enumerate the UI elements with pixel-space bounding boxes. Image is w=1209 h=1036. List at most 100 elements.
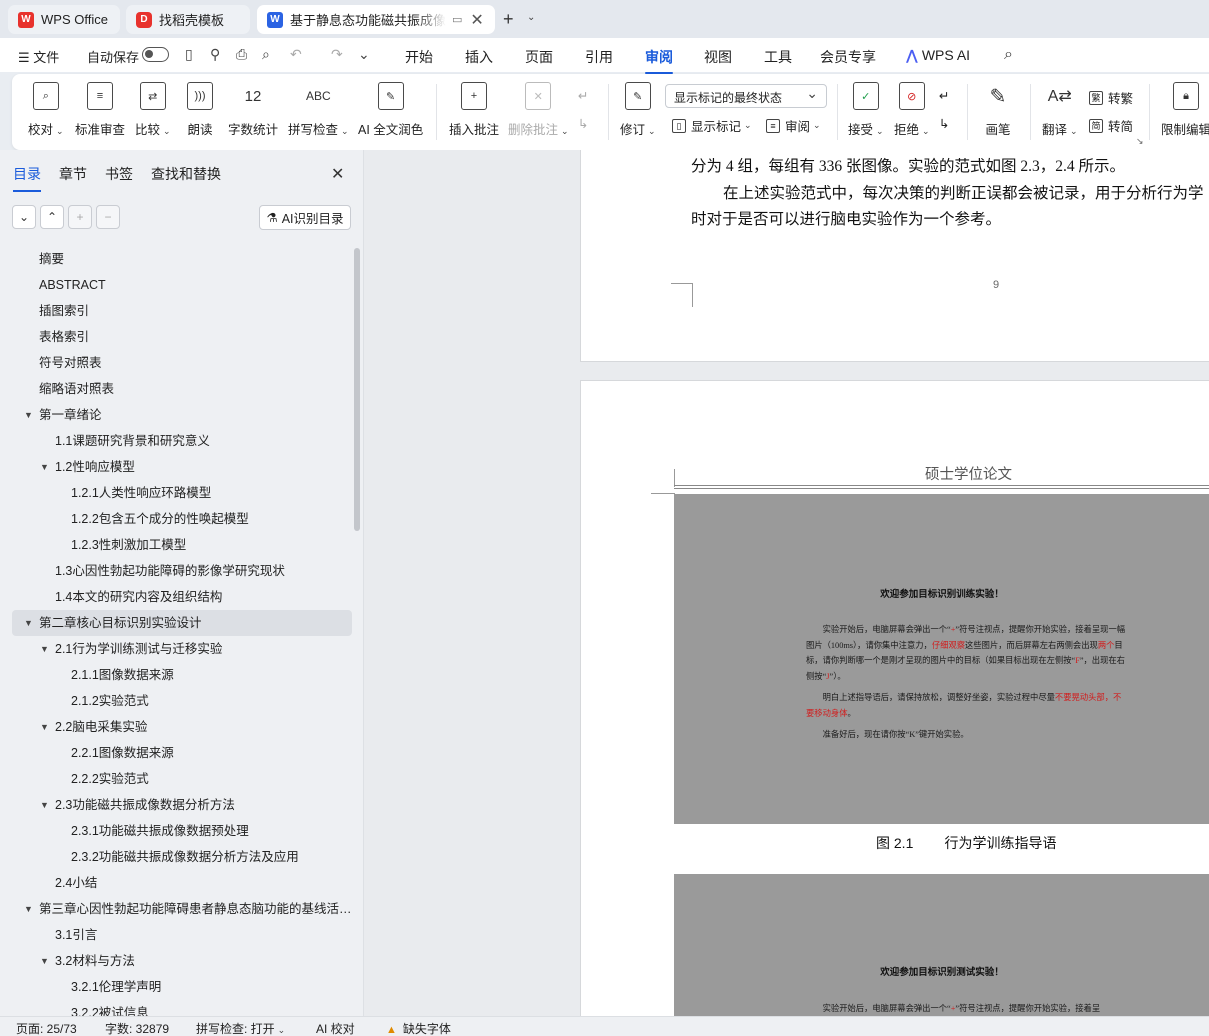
print-icon[interactable]: ⎙ — [236, 46, 247, 63]
ai-polish-button[interactable]: ✎ AI 全文润色 — [358, 82, 423, 138]
toc-item[interactable]: ▼ 1.2性响应模型 — [12, 454, 352, 480]
insert-comment-button[interactable]: + 插入批注 — [449, 82, 499, 138]
expand-arrow-icon[interactable]: ▼ — [40, 454, 49, 480]
page-indicator[interactable]: 页面: 25/73 — [16, 1020, 77, 1036]
tab-list-chevron-icon[interactable]: ⌄ — [527, 12, 535, 23]
ai-recognize-toc-button[interactable]: ⚗ AI识别目录 — [259, 205, 351, 230]
toc-item[interactable]: 1.2.3性刺激加工模型 — [12, 532, 352, 558]
expand-arrow-icon[interactable]: ▼ — [40, 636, 49, 662]
next-comment-icon[interactable]: ↳ — [578, 116, 588, 131]
tab-wps-office[interactable]: W WPS Office — [8, 5, 120, 34]
toc-item[interactable]: 表格索引 — [12, 324, 352, 350]
ai-proof-status[interactable]: AI 校对 — [316, 1020, 355, 1036]
autosave-toggle[interactable] — [142, 47, 169, 62]
dialog-launcher-icon[interactable]: ↘ — [1136, 136, 1144, 147]
toc-item[interactable]: 1.3心因性勃起功能障碍的影像学研究现状 — [12, 558, 352, 584]
panel-scrollbar[interactable] — [354, 248, 360, 531]
toc-item[interactable]: 2.3.2功能磁共振成像数据分析方法及应用 — [12, 844, 352, 870]
menu-tab-view[interactable]: 视图 — [704, 47, 732, 67]
reject-button[interactable]: ⊘ 拒绝 ⌄ — [894, 82, 930, 138]
toc-item[interactable]: 3.2.1伦理学声明 — [12, 974, 352, 1000]
spell-check-button[interactable]: ABC 拼写检查 ⌄ — [288, 82, 349, 138]
menu-tab-review[interactable]: 审阅 — [645, 47, 673, 74]
toc-item[interactable]: 2.4小结 — [12, 870, 352, 896]
figure-image[interactable]: 欢迎参加目标识别训练实验！ 实验开始后，电脑屏幕会弹出一个“+”符号注视点，提醒… — [674, 494, 1209, 824]
delete-comment-button[interactable]: ✕ 删除批注 ⌄ — [508, 82, 569, 138]
tab-docer-templates[interactable]: D 找稻壳模板 — [126, 5, 250, 34]
menu-tab-tools[interactable]: 工具 — [764, 47, 792, 67]
add-heading-icon[interactable]: + — [68, 205, 92, 229]
translate-button[interactable]: A⇄ 翻译 ⌄ — [1042, 82, 1078, 138]
word-count-button[interactable]: 12 字数统计 — [228, 82, 278, 138]
nav-tab-toc[interactable]: 目录 — [13, 164, 41, 192]
expand-arrow-icon[interactable]: ▼ — [40, 792, 49, 818]
menu-tab-home[interactable]: 开始 — [405, 47, 433, 67]
show-markup-button[interactable]: ▯ 显示标记 ⌄ — [672, 116, 752, 135]
file-menu[interactable]: ☰ 文件 — [18, 47, 59, 66]
tab-document[interactable]: W 基于静息态功能磁共振成像的 ▭ ✕ — [257, 5, 495, 34]
to-simplified-button[interactable]: 简转简 — [1089, 116, 1133, 135]
close-panel-icon[interactable]: ✕ — [331, 164, 344, 184]
toc-item[interactable]: 1.2.2包含五个成分的性唤起模型 — [12, 506, 352, 532]
toc-item[interactable]: ▼ 2.1行为学训练测试与迁移实验 — [12, 636, 352, 662]
toc-item[interactable]: 2.3.1功能磁共振成像数据预处理 — [12, 818, 352, 844]
to-traditional-button[interactable]: 繁转繁 — [1089, 88, 1133, 107]
toc-item[interactable]: ABSTRACT — [12, 272, 352, 298]
figure-image[interactable]: 欢迎参加目标识别测试实验！ 实验开始后，电脑屏幕会弹出一个“+”符号注视点，提醒… — [674, 874, 1209, 1016]
toc-item[interactable]: 摘要 — [12, 246, 352, 272]
toc-item[interactable]: 1.1课题研究背景和研究意义 — [12, 428, 352, 454]
expand-arrow-icon[interactable]: ▼ — [24, 402, 33, 428]
menu-tab-member[interactable]: 会员专享 — [820, 47, 876, 67]
restrict-edit-button[interactable]: 🔒︎ 限制编辑 — [1161, 82, 1209, 138]
close-tab-icon[interactable]: ✕ — [470, 10, 483, 30]
toc-item[interactable]: 2.1.1图像数据来源 — [12, 662, 352, 688]
previous-change-icon[interactable]: ↵ — [939, 88, 949, 103]
share-icon[interactable]: ⚲ — [210, 46, 220, 63]
search-icon[interactable]: ⌕ — [1004, 46, 1013, 64]
word-count-status[interactable]: 字数: 32879 — [105, 1020, 169, 1036]
undo-icon[interactable]: ↶ — [290, 46, 302, 63]
expand-arrow-icon[interactable]: ▼ — [24, 896, 33, 922]
expand-arrow-icon[interactable]: ▼ — [40, 948, 49, 974]
toc-item[interactable]: ▼ 2.3功能磁共振成像数据分析方法 — [12, 792, 352, 818]
toc-item[interactable]: 2.2.1图像数据来源 — [12, 740, 352, 766]
next-change-icon[interactable]: ↳ — [939, 116, 949, 131]
standard-review-button[interactable]: ≡ 标准审查 — [75, 82, 125, 138]
review-pane-button[interactable]: ≡ 审阅 ⌄ — [766, 116, 821, 135]
expand-all-icon[interactable]: ⌄ — [12, 205, 36, 229]
more-chevron-icon[interactable]: ⌄ — [358, 46, 370, 63]
toc-item[interactable]: 1.4本文的研究内容及组织结构 — [12, 584, 352, 610]
toc-item[interactable]: 2.1.2实验范式 — [12, 688, 352, 714]
toc-item[interactable]: ▼ 第二章核心目标识别实验设计 — [12, 610, 352, 636]
missing-font-status[interactable]: ▲ 缺失字体 — [386, 1020, 451, 1036]
save-icon[interactable]: ▯ — [185, 46, 193, 63]
proof-button[interactable]: ⌕ 校对 ⌄ — [28, 82, 64, 138]
toc-item[interactable]: 3.1引言 — [12, 922, 352, 948]
toc-item[interactable]: 1.2.1人类性响应环路模型 — [12, 480, 352, 506]
monitor-icon[interactable]: ▭ — [452, 13, 462, 26]
toc-item[interactable]: ▼ 第三章心因性勃起功能障碍患者静息态脑功能的基线活 ... — [12, 896, 352, 922]
expand-arrow-icon[interactable]: ▼ — [24, 610, 33, 636]
toc-item[interactable]: 符号对照表 — [12, 350, 352, 376]
document-canvas[interactable]: 分为 4 组，每组有 336 张图像。实验的范式如图 2.3，2.4 所示。 在… — [364, 150, 1209, 1016]
new-tab-icon[interactable]: + — [503, 9, 514, 30]
toc-item[interactable]: ▼ 第一章绪论 — [12, 402, 352, 428]
toc-item[interactable]: 2.2.2实验范式 — [12, 766, 352, 792]
accept-button[interactable]: ✓ 接受 ⌄ — [848, 82, 884, 138]
print-preview-icon[interactable]: ⌕ — [262, 46, 270, 63]
toc-item[interactable]: ▼ 3.2材料与方法 — [12, 948, 352, 974]
collapse-all-icon[interactable]: ⌃ — [40, 205, 64, 229]
markup-display-select[interactable]: 显示标记的最终状态 — [665, 84, 827, 108]
toc-item[interactable]: 插图索引 — [12, 298, 352, 324]
toc-item[interactable]: 缩略语对照表 — [12, 376, 352, 402]
redo-icon[interactable]: ↷ — [331, 46, 343, 63]
nav-tab-sections[interactable]: 章节 — [59, 164, 87, 184]
menu-tab-insert[interactable]: 插入 — [465, 47, 493, 67]
expand-arrow-icon[interactable]: ▼ — [40, 714, 49, 740]
track-changes-button[interactable]: ✎ 修订 ⌄ — [620, 82, 656, 138]
pen-button[interactable]: ✎ 画笔 — [985, 82, 1011, 138]
nav-tab-bookmarks[interactable]: 书签 — [105, 164, 133, 184]
spell-check-status[interactable]: 拼写检查: 打开 ⌄ — [196, 1020, 285, 1036]
compare-button[interactable]: ⇄ 比较 ⌄ — [135, 82, 171, 138]
menu-tab-page[interactable]: 页面 — [525, 47, 553, 67]
